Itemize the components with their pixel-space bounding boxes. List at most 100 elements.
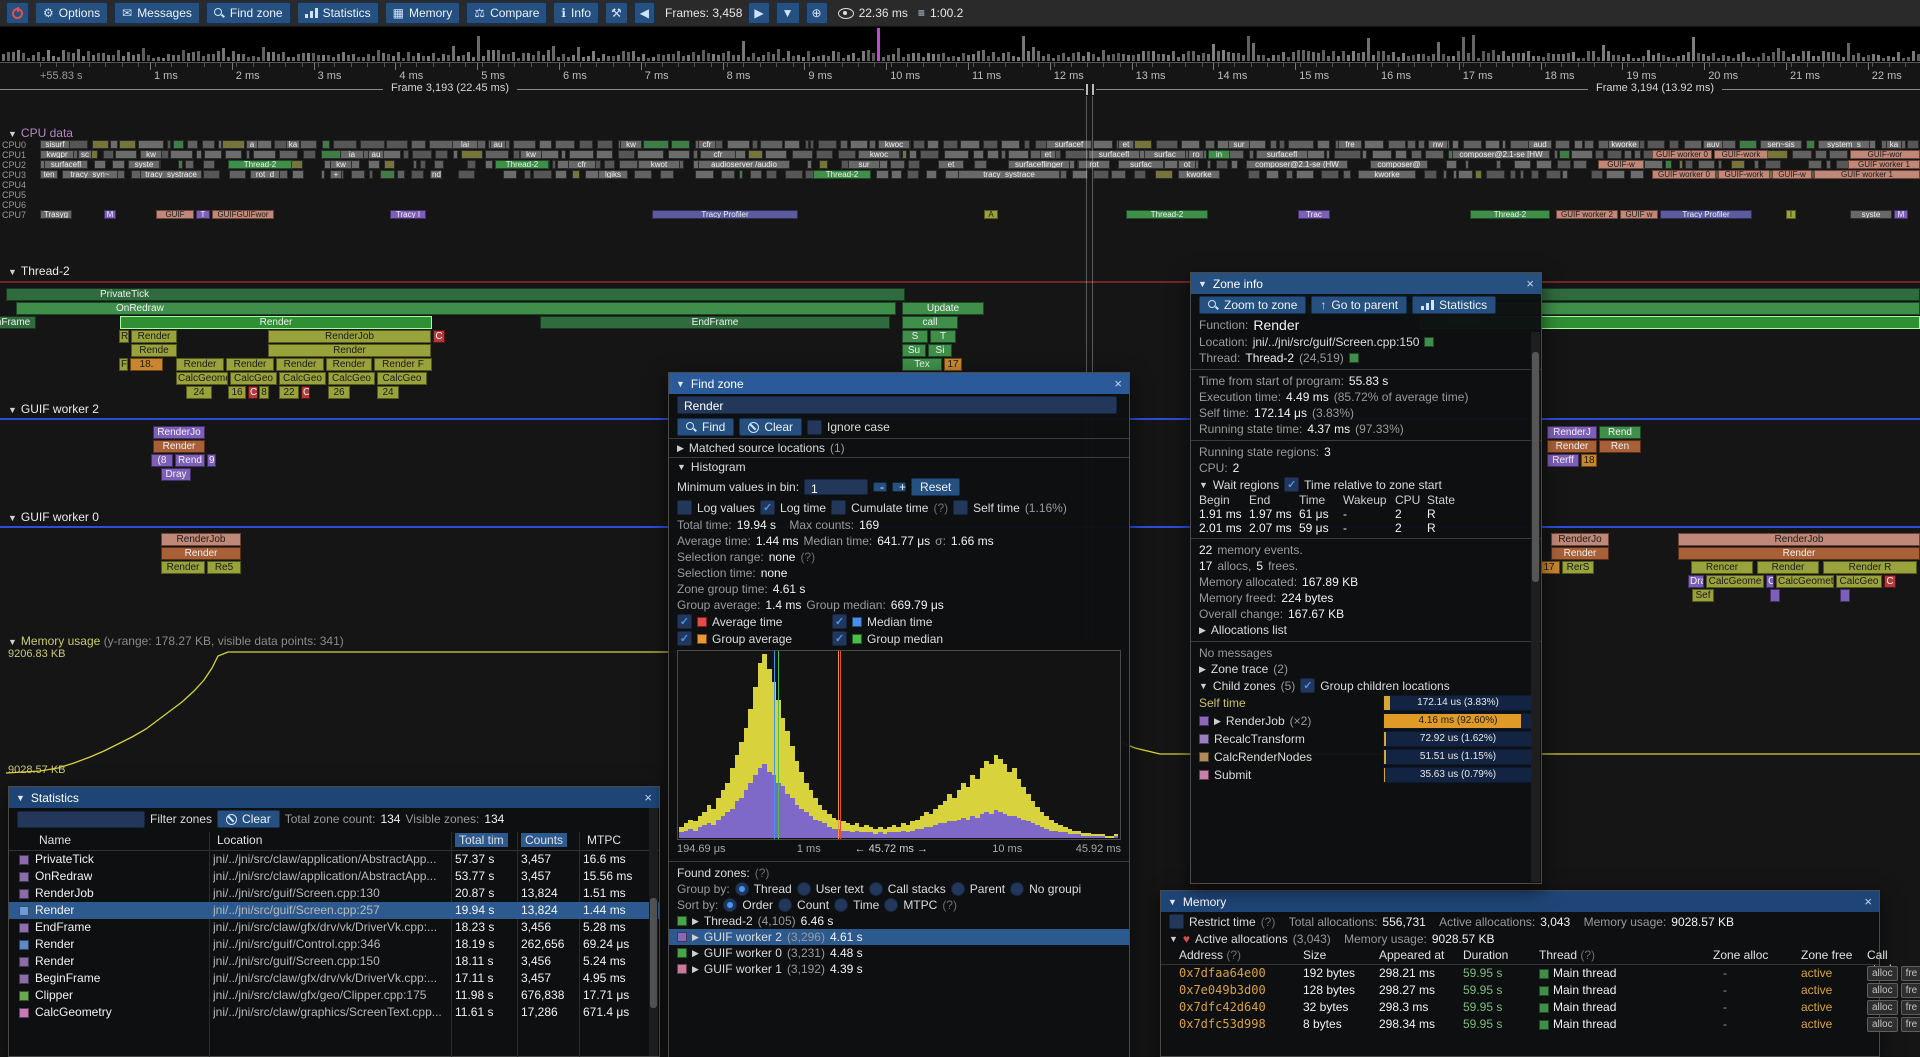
cpu-zone[interactable] [1164, 160, 1178, 169]
group-by-radio[interactable] [797, 882, 811, 896]
cpu-zone[interactable] [1731, 160, 1744, 169]
cpu-zone[interactable] [1465, 160, 1470, 169]
frame-bar[interactable] [1217, 51, 1220, 61]
frame-bar[interactable] [1162, 54, 1165, 61]
frame-bar[interactable] [712, 54, 715, 61]
messages-button[interactable]: ✉Messages [114, 2, 200, 24]
cpu-zone[interactable] [1647, 140, 1665, 149]
timeline-zone[interactable]: au [368, 150, 384, 159]
frame-bar[interactable] [1567, 53, 1570, 61]
cpu-zone[interactable] [1536, 160, 1552, 169]
frame-bar[interactable] [1122, 54, 1125, 61]
frame-bar[interactable] [377, 50, 380, 61]
frame-bar[interactable] [887, 55, 890, 61]
cpu-zone[interactable] [920, 150, 939, 159]
timeline-zone[interactable]: ten [40, 170, 58, 179]
timeline-zone[interactable]: tracy_syn~ [62, 170, 118, 179]
cpu-zone[interactable] [1207, 160, 1211, 169]
timeline-zone[interactable] [6, 288, 905, 301]
cpu-zone[interactable] [1231, 160, 1237, 169]
timeline-zone[interactable]: kw [330, 160, 352, 169]
timeline-zone[interactable]: C [433, 330, 445, 343]
zone-info-scrollbar[interactable] [1531, 332, 1540, 882]
cpu-zone[interactable] [1634, 150, 1641, 159]
collapse-arrow-icon[interactable]: ▼ [1168, 897, 1177, 907]
frame-bar[interactable] [992, 52, 995, 61]
statistics-button[interactable]: Statistics [1412, 296, 1496, 314]
cpu-zone[interactable] [840, 140, 848, 149]
cpu-zone[interactable] [1808, 160, 1822, 169]
cpu-zone[interactable] [1718, 160, 1722, 169]
frame-bar[interactable] [337, 54, 340, 61]
cpu-zone[interactable] [805, 140, 809, 149]
frame-bar[interactable] [872, 53, 875, 61]
frame-bar[interactable] [1197, 55, 1200, 61]
frame-bar[interactable] [1772, 52, 1775, 61]
log-values-checkbox[interactable] [677, 500, 692, 515]
frame-3193-label[interactable]: Frame 3,193 (22.45 ms) [383, 82, 517, 94]
cpu-zone[interactable] [303, 150, 316, 159]
frame-bar[interactable] [1652, 55, 1655, 61]
frame-bar[interactable] [1272, 55, 1275, 61]
group-by-radio[interactable] [1010, 882, 1024, 896]
frame-bar[interactable] [1172, 51, 1175, 61]
current-frame-marker[interactable] [877, 28, 880, 61]
frame-bar[interactable] [1097, 57, 1100, 61]
timeline-zone[interactable]: F [119, 358, 128, 371]
cpu-zone[interactable] [1546, 170, 1561, 179]
column-header[interactable]: Appeared at [1379, 948, 1444, 962]
frame-bar[interactable] [1747, 57, 1750, 61]
frame-bar[interactable] [1442, 54, 1445, 61]
frame-bar[interactable] [1287, 57, 1290, 61]
frame-bar[interactable] [572, 55, 575, 61]
wait-regions-row[interactable]: ▼Wait regions✓Time relative to zone star… [1191, 476, 1541, 493]
column-header[interactable]: Zone free [1801, 948, 1852, 962]
cpu-zone[interactable] [1606, 170, 1625, 179]
frame-bar[interactable] [1427, 56, 1430, 61]
frame-bar[interactable] [582, 57, 585, 61]
frame-bar[interactable] [1712, 53, 1715, 61]
timeline-zone[interactable] [1770, 589, 1780, 602]
frame-bar[interactable] [1067, 57, 1070, 61]
cpu-zone[interactable] [1792, 150, 1812, 159]
cpu-zone[interactable] [752, 140, 758, 149]
cpu-zone[interactable] [386, 140, 408, 149]
frame-bar[interactable] [432, 53, 435, 61]
statistics-scrollbar[interactable] [649, 808, 658, 1056]
cpu-zone[interactable] [203, 170, 220, 179]
timeline-zone[interactable]: sur [1228, 140, 1250, 149]
cpu-zone[interactable] [1574, 140, 1582, 149]
timeline-zone[interactable]: Tracy Profiler [1660, 210, 1752, 219]
timeline-zone[interactable]: kwoc [858, 150, 900, 159]
cpu-zone[interactable] [167, 140, 171, 149]
timeline-zone[interactable]: RenderJob [161, 533, 241, 546]
frame-bar[interactable] [507, 54, 510, 61]
cpu-zone[interactable] [1008, 150, 1029, 159]
frame-bar[interactable] [1837, 54, 1840, 61]
timeline-zone[interactable]: 9 [207, 454, 216, 467]
zoom-to-zone-button[interactable]: Zoom to zone [1199, 296, 1306, 314]
cpu-zone[interactable] [721, 170, 735, 179]
zone-trace-row[interactable]: ▶Zone trace(2) [1191, 661, 1541, 677]
timeline-zone[interactable]: CalcGeome [1706, 575, 1764, 588]
frame-bar[interactable] [502, 54, 505, 61]
timeline-zone[interactable]: 18 [1581, 454, 1597, 467]
frame-bar[interactable] [62, 50, 65, 61]
frame-bar[interactable] [1662, 55, 1665, 61]
frame-bar[interactable] [687, 55, 690, 61]
frame-bar[interactable] [1112, 54, 1115, 61]
restrict-time-checkbox[interactable] [1169, 914, 1184, 929]
frame-bar[interactable] [587, 56, 590, 61]
timeline-zone[interactable]: surfaceflinger [1008, 160, 1070, 169]
frame-dropdown-button[interactable]: ▼ [776, 2, 800, 24]
frame-bar[interactable] [732, 55, 735, 61]
group-by-radio[interactable] [869, 882, 883, 896]
timeline-zone[interactable]: a [246, 140, 258, 149]
cpu-zone[interactable] [1826, 160, 1831, 169]
timeline-zone[interactable]: 26 [328, 386, 350, 399]
timeline-zone[interactable]: GUIF [156, 210, 194, 219]
frame-bar[interactable] [812, 57, 815, 61]
wait-table-row[interactable]: 2.01 ms2.07 ms59 μs-2R [1191, 521, 1541, 535]
timeline-zone[interactable]: nw [1428, 140, 1448, 149]
timeline-zone[interactable]: cfr [700, 150, 736, 159]
